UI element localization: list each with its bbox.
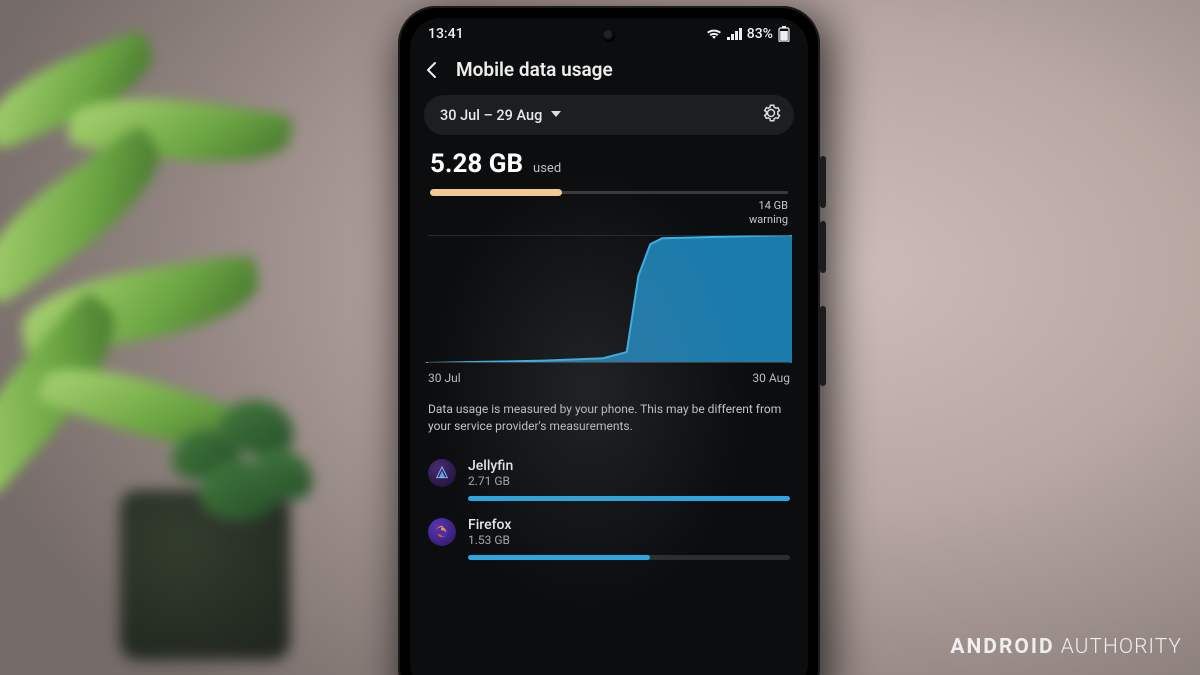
background-plant <box>0 60 380 675</box>
settings-button[interactable] <box>760 102 782 128</box>
app-usage-bar <box>468 496 790 501</box>
status-battery-text: 83% <box>747 26 773 42</box>
usage-warning-label: warning <box>749 213 788 227</box>
chart-x-end: 30 Aug <box>752 371 790 385</box>
screen-header: Mobile data usage <box>410 50 808 93</box>
app-usage-bar <box>468 555 790 560</box>
usage-summary: 5.28 GB used 14 GB warning <box>410 147 808 227</box>
period-row: 30 Jul – 29 Aug <box>424 95 794 135</box>
usage-warning-amount: 14 GB <box>749 199 788 213</box>
phone-side-button <box>820 306 826 386</box>
usage-amount: 5.28 GB <box>430 149 523 179</box>
back-icon[interactable] <box>422 60 442 80</box>
chart-axis <box>428 362 790 363</box>
watermark-brand: ANDROID <box>950 635 1054 659</box>
chart-x-start: 30 Jul <box>428 371 461 385</box>
gear-icon <box>760 109 782 128</box>
wifi-icon <box>706 28 722 40</box>
app-usage-bar-fill <box>468 555 650 560</box>
app-usage-list: Jellyfin 2.71 GB Firefox 1.53 GB <box>410 450 808 560</box>
period-range-label: 30 Jul – 29 Aug <box>440 107 542 124</box>
phone-side-button <box>820 156 826 208</box>
usage-warning: 14 GB warning <box>749 199 788 227</box>
watermark-suffix: AUTHORITY <box>1061 635 1182 659</box>
usage-progress-fill <box>430 189 562 196</box>
phone-screen: 13:41 83% Mobile data usage <box>410 18 808 675</box>
battery-icon <box>778 26 790 42</box>
jellyfin-icon <box>428 459 456 487</box>
disclaimer-text: Data usage is measured by your phone. Th… <box>410 397 808 450</box>
signal-icon <box>727 28 742 40</box>
chart-axis-labels: 30 Jul 30 Aug <box>428 371 790 385</box>
app-usage-item[interactable]: Jellyfin 2.71 GB <box>424 450 794 501</box>
chevron-down-icon <box>550 107 562 124</box>
usage-used-label: used <box>533 161 561 176</box>
status-time: 13:41 <box>428 26 464 42</box>
phone-frame: 13:41 83% Mobile data usage <box>398 6 820 675</box>
app-amount: 1.53 GB <box>468 533 511 547</box>
usage-chart: 30 Jul 30 Aug <box>426 235 792 387</box>
phone-side-button <box>820 221 826 273</box>
usage-progress: 14 GB warning <box>430 189 788 221</box>
app-name: Jellyfin <box>468 458 513 474</box>
usage-chart-svg <box>426 235 792 363</box>
firefox-icon <box>428 518 456 546</box>
app-amount: 2.71 GB <box>468 474 513 488</box>
watermark: ANDROID AUTHORITY <box>950 635 1182 659</box>
front-camera <box>603 30 615 42</box>
period-selector[interactable]: 30 Jul – 29 Aug <box>440 107 562 124</box>
chart-gridline <box>428 235 790 236</box>
app-name: Firefox <box>468 517 511 533</box>
app-usage-item[interactable]: Firefox 1.53 GB <box>424 509 794 560</box>
page-title: Mobile data usage <box>456 58 613 81</box>
app-usage-bar-fill <box>468 496 790 501</box>
